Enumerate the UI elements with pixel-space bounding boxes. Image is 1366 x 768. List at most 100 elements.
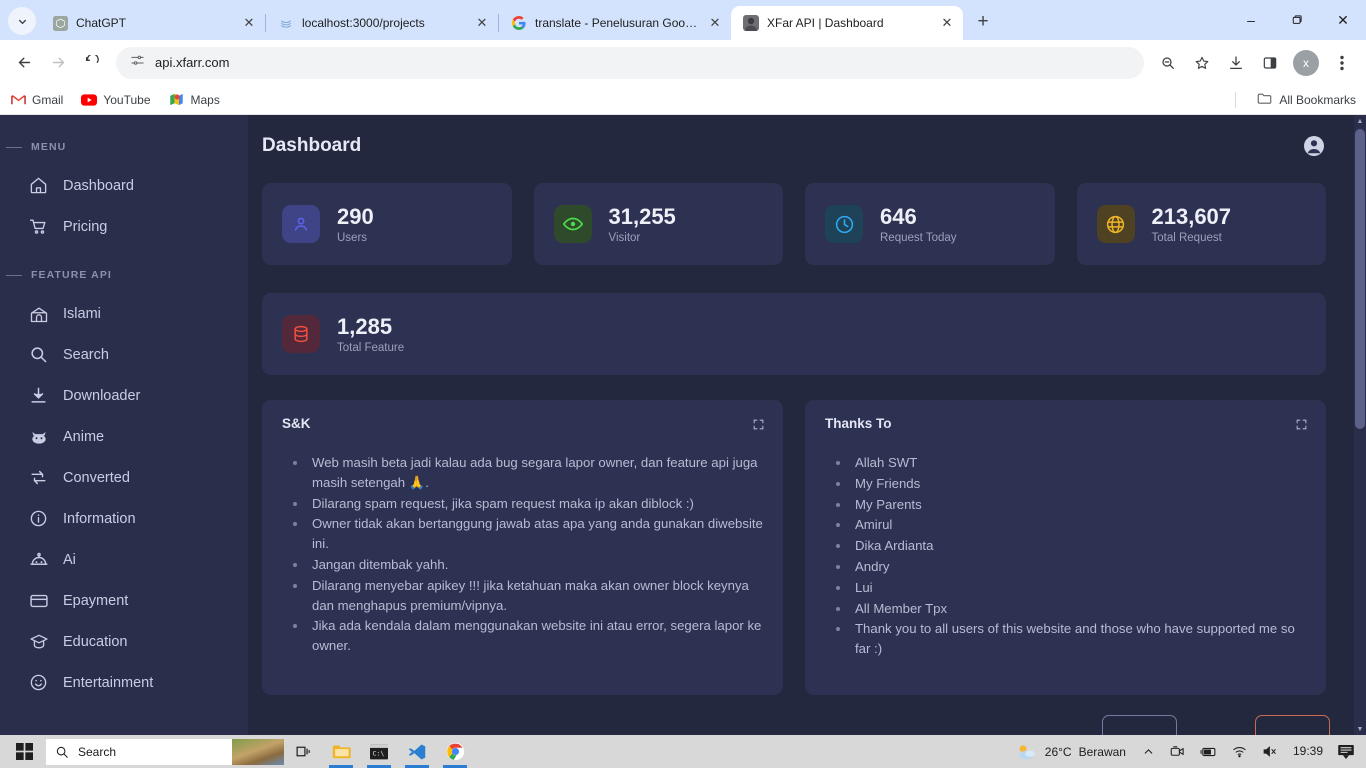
graduation-cap-icon: [28, 631, 49, 652]
minimize-button[interactable]: –: [1228, 0, 1274, 40]
sidebar-item-search[interactable]: Search: [0, 334, 248, 375]
show-hidden-icons-button[interactable]: [1136, 735, 1161, 768]
sidebar-item-information[interactable]: Information: [0, 498, 248, 539]
tune-icon[interactable]: [130, 53, 145, 73]
stat-value: 290: [337, 204, 374, 230]
bookmark-maps[interactable]: Maps: [169, 92, 220, 108]
sidebar-item-downloader[interactable]: Downloader: [0, 375, 248, 416]
expand-icon[interactable]: [752, 418, 765, 431]
side-panel-icon[interactable]: [1254, 47, 1286, 79]
sidebar-item-converted[interactable]: Converted: [0, 457, 248, 498]
chrome-icon[interactable]: [436, 735, 474, 768]
tab-close-button[interactable]: ✕: [939, 15, 955, 31]
sidebar-item-epayment[interactable]: Epayment: [0, 580, 248, 621]
bookmark-label: Gmail: [32, 92, 64, 107]
profile-avatar[interactable]: x: [1293, 49, 1319, 76]
wifi-icon[interactable]: [1226, 735, 1253, 768]
download-icon: [28, 385, 49, 406]
search-icon: [56, 746, 68, 758]
list-item: All Member Tpx: [851, 599, 1306, 619]
bookmark-star-icon[interactable]: [1186, 47, 1218, 79]
back-button[interactable]: [8, 47, 40, 79]
app-sidebar: MENU Dashboard Pricing FEATURE API Islam…: [0, 115, 248, 735]
zoom-out-icon[interactable]: [1152, 47, 1184, 79]
tab-xfar-api[interactable]: XFar API | Dashboard ✕: [731, 6, 963, 40]
list-item: Amirul: [851, 515, 1306, 535]
system-tray: 26°C Berawan 19:39: [1009, 735, 1364, 768]
tab-close-button[interactable]: ✕: [474, 15, 490, 31]
stat-card-visitor: 31,255 Visitor: [533, 183, 783, 265]
account-circle-icon[interactable]: [1302, 134, 1326, 158]
tab-close-button[interactable]: ✕: [707, 15, 723, 31]
bookmark-youtube[interactable]: YouTube: [81, 92, 151, 108]
shopping-cart-icon: [28, 216, 49, 237]
start-button[interactable]: [2, 735, 46, 768]
list-item: Lui: [851, 578, 1306, 598]
meet-camera-icon[interactable]: [1164, 735, 1191, 768]
downloads-icon[interactable]: [1220, 47, 1252, 79]
bookmark-gmail[interactable]: Gmail: [10, 92, 63, 108]
scrollbar-thumb[interactable]: [1355, 129, 1365, 429]
battery-icon[interactable]: [1194, 735, 1223, 768]
task-view-icon[interactable]: [284, 735, 322, 768]
secondary-action-button[interactable]: [1102, 715, 1177, 735]
volume-muted-icon[interactable]: [1256, 735, 1284, 768]
eye-icon-tile: [553, 205, 592, 243]
page-header: Dashboard: [248, 115, 1354, 177]
stat-label: Visitor: [608, 231, 641, 244]
tab-translate[interactable]: translate - Penelusuran Google ✕: [499, 6, 731, 40]
file-explorer-icon[interactable]: [322, 735, 360, 768]
panel-thanks-to: Thanks To Allah SWT My Friends My Parent…: [805, 400, 1326, 695]
list-item: Allah SWT: [851, 453, 1306, 473]
cat-icon: [28, 426, 49, 447]
taskbar-search-box[interactable]: Search: [46, 738, 284, 765]
list-item: Dilarang menyebar apikey !!! jika ketahu…: [308, 576, 763, 616]
scroll-up-arrow[interactable]: ▲: [1354, 115, 1366, 127]
notification-icon[interactable]: [1332, 735, 1360, 768]
sidebar-item-entertainment[interactable]: Entertainment: [0, 662, 248, 703]
svg-text:C:\: C:\: [372, 749, 384, 757]
sidebar-item-label: Information: [63, 510, 136, 527]
expand-icon[interactable]: [1295, 418, 1308, 431]
close-window-button[interactable]: ✕: [1320, 0, 1366, 40]
sidebar-item-ai[interactable]: Ai: [0, 539, 248, 580]
all-bookmarks-button[interactable]: All Bookmarks: [1257, 92, 1356, 108]
vscode-icon[interactable]: [398, 735, 436, 768]
sidebar-item-education[interactable]: Education: [0, 621, 248, 662]
tab-close-button[interactable]: ✕: [241, 15, 257, 31]
reload-button[interactable]: [76, 47, 108, 79]
sidebar-section-label: MENU: [31, 141, 67, 153]
terminal-icon[interactable]: C:\: [360, 735, 398, 768]
new-tab-button[interactable]: +: [969, 8, 997, 36]
page-scrollbar[interactable]: ▲ ▼: [1354, 115, 1366, 735]
panels-row: S&K Web masih beta jadi kalau ada bug se…: [248, 400, 1354, 695]
maximize-button[interactable]: [1274, 0, 1320, 40]
stat-card-users: 290 Users: [262, 183, 512, 265]
sidebar-item-label: Dashboard: [63, 177, 134, 194]
taskbar-clock[interactable]: 19:39: [1287, 735, 1329, 768]
robot-icon: [28, 549, 49, 570]
sidebar-item-anime[interactable]: Anime: [0, 416, 248, 457]
info-circle-icon: [28, 508, 49, 529]
windows-taskbar: Search C:\ 26°C Berawan 19:39: [0, 735, 1366, 768]
address-bar[interactable]: api.xfarr.com: [116, 46, 1144, 79]
scroll-down-arrow[interactable]: ▼: [1354, 723, 1366, 735]
stat-value: 31,255: [608, 204, 676, 230]
weather-widget[interactable]: 26°C Berawan: [1009, 743, 1133, 761]
stat-label: Total Request: [1151, 231, 1222, 244]
sidebar-item-islami[interactable]: Islami: [0, 293, 248, 334]
sidebar-item-dashboard[interactable]: Dashboard: [0, 165, 248, 206]
tab-search-button[interactable]: [8, 7, 36, 35]
tab-title: localhost:3000/projects: [302, 16, 425, 30]
forward-button[interactable]: [42, 47, 74, 79]
danger-action-button[interactable]: [1255, 715, 1330, 735]
stat-value: 213,607: [1151, 204, 1232, 230]
sidebar-item-pricing[interactable]: Pricing: [0, 206, 248, 247]
tab-chatgpt[interactable]: ChatGPT ✕: [40, 6, 265, 40]
sidebar-item-label: Pricing: [63, 218, 108, 235]
sidebar-item-label: Search: [63, 346, 109, 363]
stat-label: Total Feature: [337, 341, 405, 354]
list-item: Dilarang spam request, jika spam request…: [308, 494, 763, 514]
tab-localhost[interactable]: localhost:3000/projects ✕: [266, 6, 498, 40]
kebab-menu-icon[interactable]: [1326, 47, 1358, 79]
